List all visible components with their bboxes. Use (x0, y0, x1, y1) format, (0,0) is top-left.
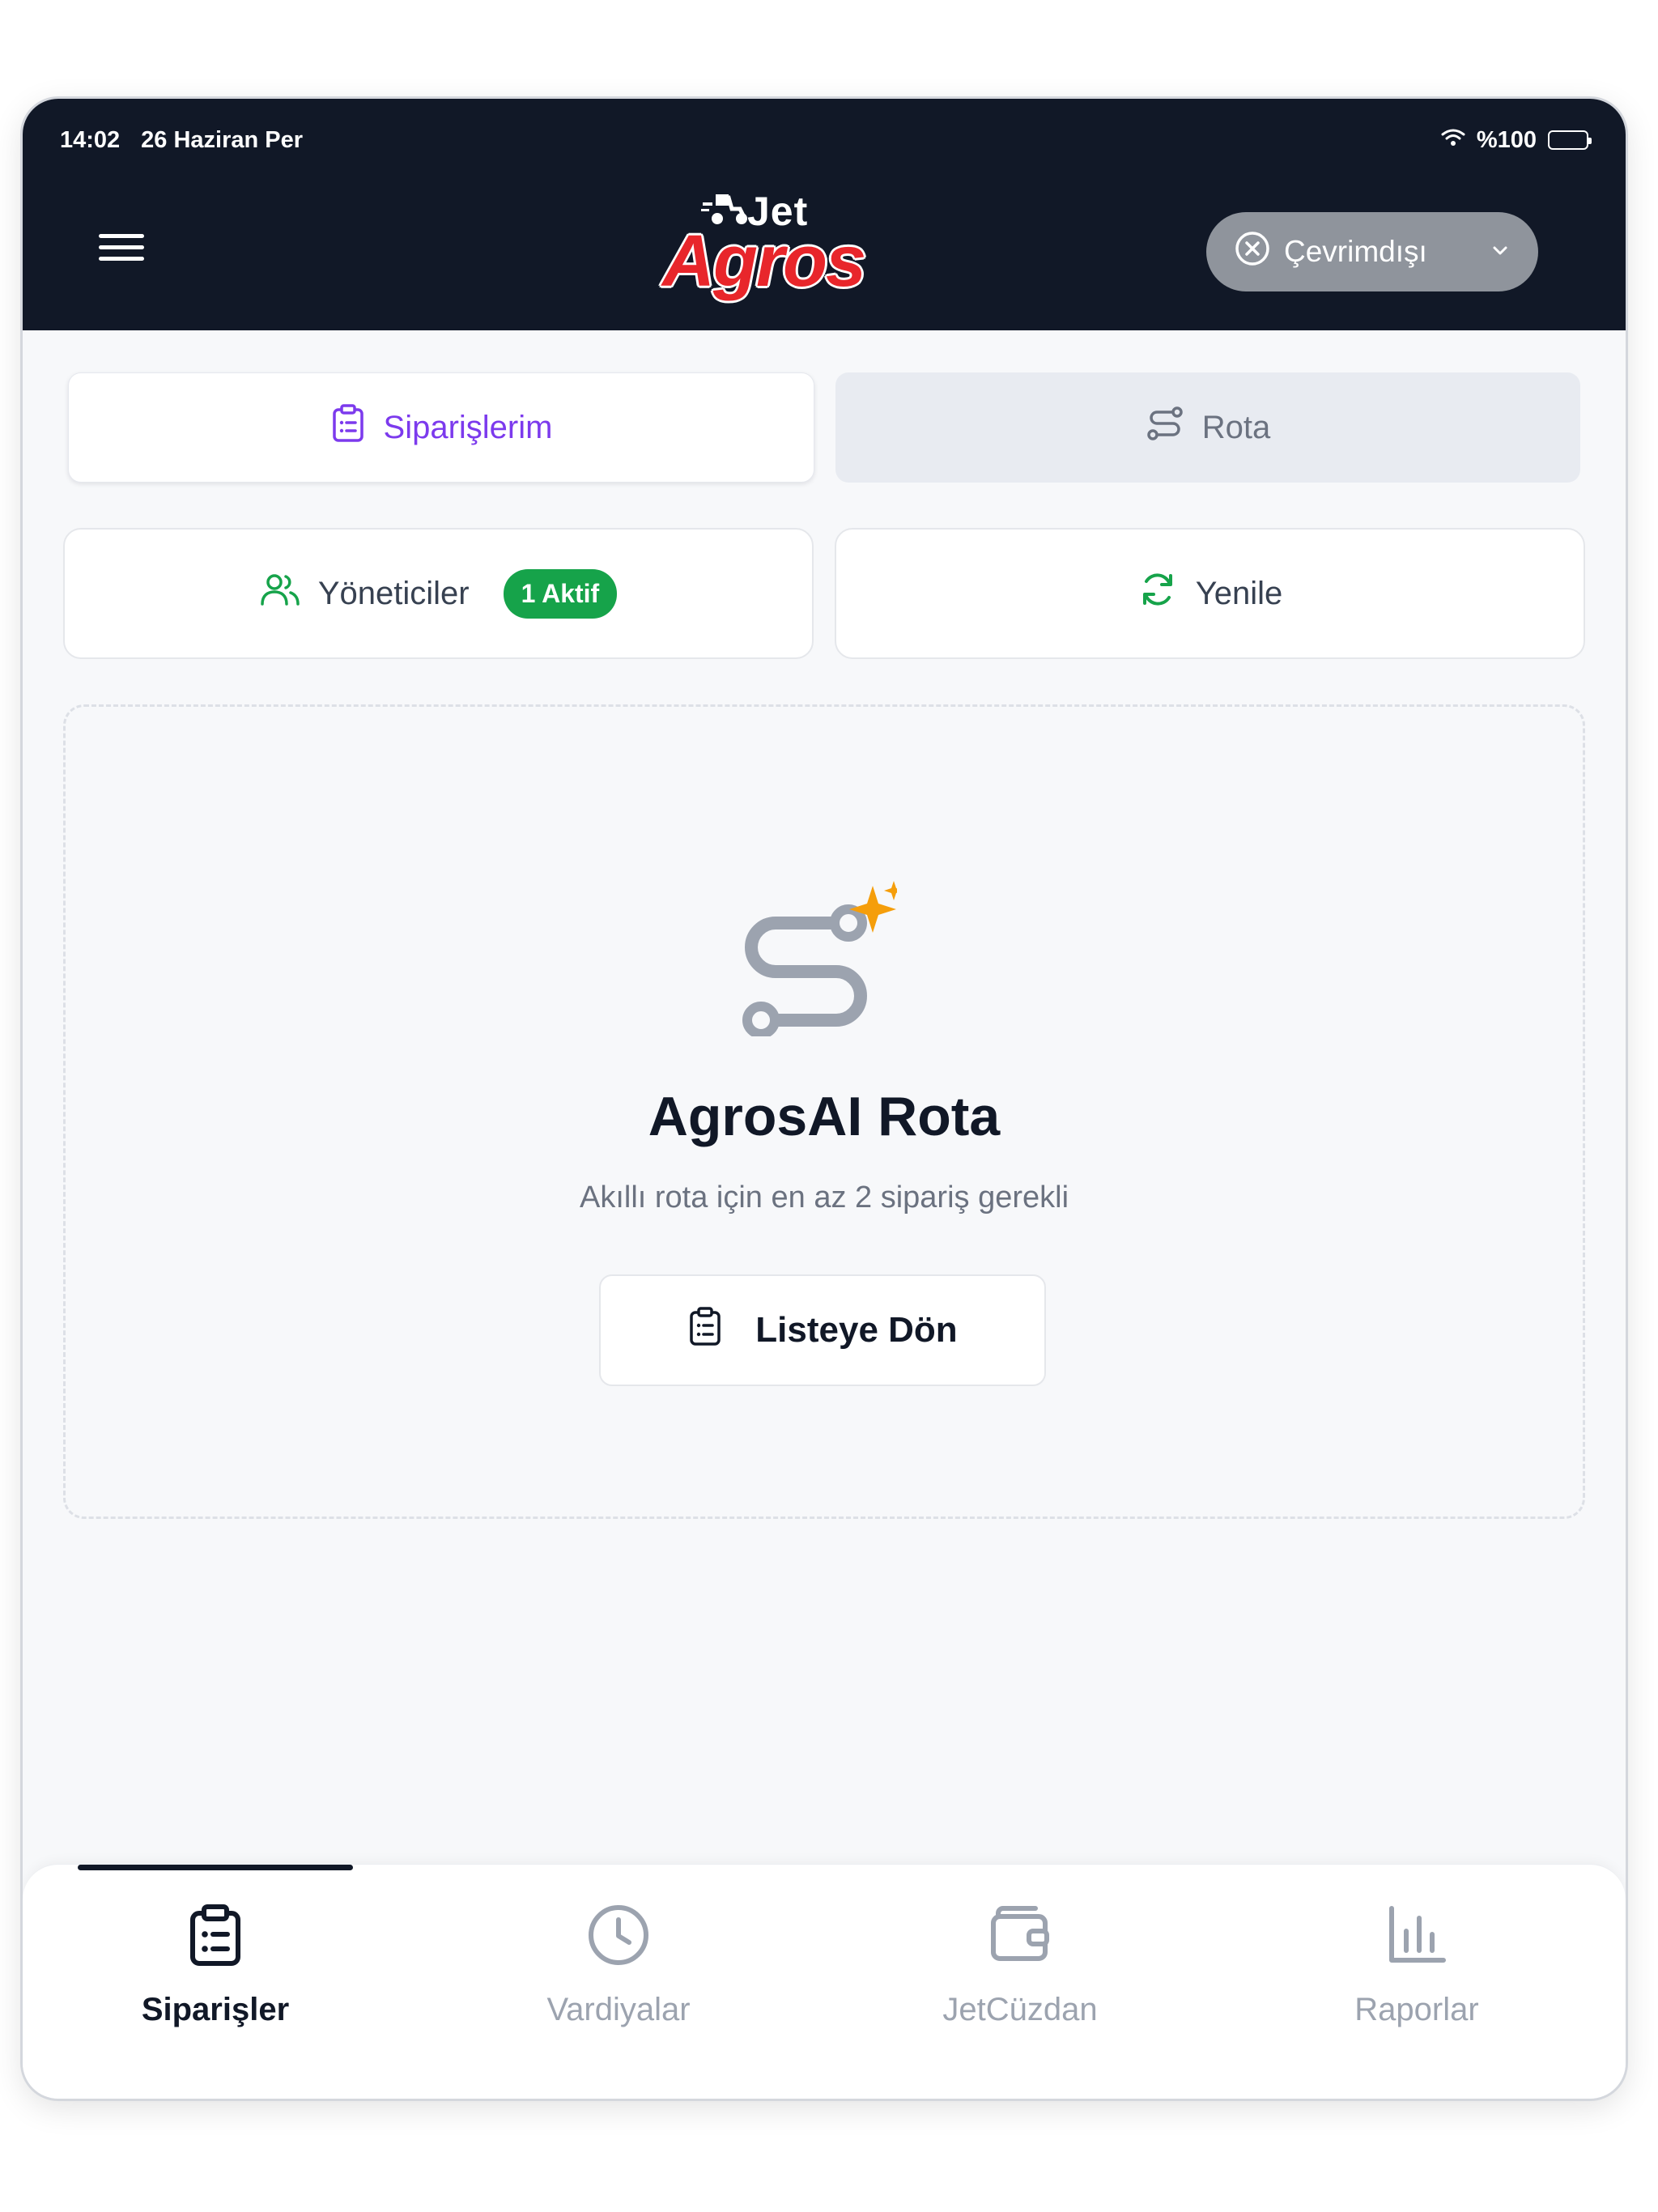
action-row: Yöneticiler 1 Aktif Yenile (63, 528, 1585, 659)
nav-label-jetcuzdan: JetCüzdan (942, 1992, 1098, 2027)
battery-percentage: %100 (1476, 126, 1537, 153)
refresh-button[interactable]: Yenile (835, 528, 1585, 659)
active-tab-indicator (78, 1865, 353, 1870)
nav-label-raporlar: Raporlar (1354, 1992, 1479, 2027)
nav-label-siparisler: Siparişler (141, 1992, 290, 2027)
bottom-navigation: Siparişler Vardiyalar JetCüzdan Raporlar (23, 1864, 1626, 2099)
nav-item-vardiyalar[interactable]: Vardiyalar (481, 1904, 756, 2065)
managers-label: Yöneticiler (317, 575, 470, 611)
route-sparkle-icon (727, 874, 903, 1040)
users-icon (260, 572, 300, 615)
battery-icon (1548, 130, 1592, 150)
tab-rota[interactable]: Rota (835, 372, 1580, 483)
tab-rota-label: Rota (1201, 409, 1271, 445)
wifi-icon (1441, 127, 1465, 154)
refresh-icon (1137, 569, 1178, 618)
connection-status-dropdown[interactable]: Çevrimdışı (1206, 212, 1538, 291)
refresh-label: Yenile (1195, 575, 1283, 611)
connection-status-label: Çevrimdışı (1284, 235, 1427, 268)
active-managers-badge: 1 Aktif (503, 568, 618, 619)
route-icon (1146, 404, 1184, 451)
nav-item-siparisler[interactable]: Siparişler (78, 1904, 353, 2065)
empty-state-title: AgrosAI Rota (648, 1086, 1001, 1147)
clock-icon (587, 1904, 650, 1971)
nav-item-jetcuzdan[interactable]: JetCüzdan (882, 1904, 1158, 2065)
tab-siparislerim[interactable]: Siparişlerim (68, 372, 814, 483)
app-window: 14:02 26 Haziran Per %100 Jet Agros Çevr… (23, 99, 1626, 2099)
hamburger-menu-icon[interactable] (96, 227, 147, 272)
nav-label-vardiyalar: Vardiyalar (546, 1992, 691, 2027)
clipboard-list-icon (187, 1904, 244, 1971)
empty-state-subtitle: Akıllı rota için en az 2 sipariş gerekli (579, 1180, 1069, 1214)
tab-siparislerim-label: Siparişlerim (383, 409, 553, 445)
wallet-icon (988, 1904, 1052, 1971)
clipboard-list-icon (330, 403, 366, 452)
status-time: 14:02 (60, 126, 121, 153)
view-tabs: Siparişlerim Rota (68, 372, 1580, 483)
logo-agros-text: Agros (662, 221, 866, 302)
status-date: 26 Haziran Per (141, 126, 304, 153)
clipboard-list-icon (687, 1305, 723, 1356)
close-circle-icon (1234, 230, 1271, 274)
chevron-down-icon (1490, 235, 1511, 269)
jet-agros-logo: Jet Agros (662, 186, 873, 316)
status-bar: 14:02 26 Haziran Per %100 (60, 121, 1592, 159)
top-bar: 14:02 26 Haziran Per %100 Jet Agros Çevr… (23, 99, 1626, 330)
managers-button[interactable]: Yöneticiler 1 Aktif (63, 528, 814, 659)
bar-chart-icon (1385, 1904, 1448, 1971)
back-to-list-label: Listeye Dön (755, 1310, 958, 1350)
nav-item-raporlar[interactable]: Raporlar (1279, 1904, 1554, 2065)
back-to-list-button[interactable]: Listeye Dön (599, 1274, 1046, 1386)
